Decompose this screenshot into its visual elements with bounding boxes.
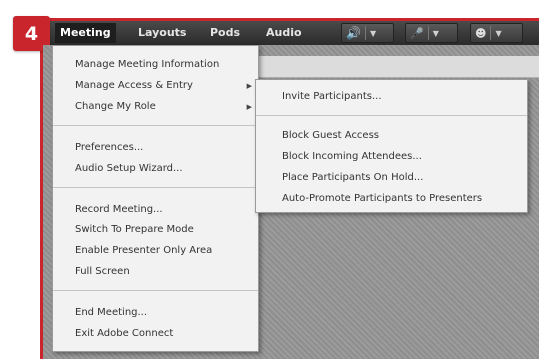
speaker-icon: 🔊: [346, 26, 361, 40]
chevron-down-icon[interactable]: ▼: [495, 29, 501, 38]
menu-item-block-guest-access[interactable]: Block Guest Access: [282, 129, 379, 143]
submenu-arrow-icon: ▶: [246, 82, 252, 90]
separator: [364, 26, 366, 40]
microphone-control[interactable]: 🎤 ▼: [405, 23, 458, 43]
menu-item-enable-presenter-only-area[interactable]: Enable Presenter Only Area: [75, 244, 212, 258]
menu-divider: [53, 125, 258, 126]
menu-layouts[interactable]: Layouts: [133, 23, 191, 43]
menu-item-preferences[interactable]: Preferences...: [75, 141, 143, 155]
menu-divider: [256, 115, 527, 116]
chevron-down-icon[interactable]: ▼: [370, 29, 376, 38]
speaker-control[interactable]: 🔊 ▼: [341, 23, 394, 43]
menu-item-end-meeting[interactable]: End Meeting...: [75, 306, 147, 320]
meeting-menu: Manage Meeting Information Manage Access…: [52, 45, 259, 352]
menu-divider: [53, 187, 258, 188]
menu-item-change-my-role[interactable]: Change My Role: [75, 100, 156, 114]
webcam-control[interactable]: ☻ ▼: [470, 23, 523, 43]
menu-item-record-meeting[interactable]: Record Meeting...: [75, 203, 163, 217]
submenu-arrow-icon: ▶: [246, 103, 252, 111]
menu-item-switch-to-prepare-mode[interactable]: Switch To Prepare Mode: [75, 223, 194, 237]
access-entry-submenu: Invite Participants... Block Guest Acces…: [255, 79, 528, 213]
menu-divider: [53, 290, 258, 291]
menu-item-audio-setup-wizard[interactable]: Audio Setup Wizard...: [75, 162, 183, 176]
menu-item-auto-promote-participants[interactable]: Auto-Promote Participants to Presenters: [282, 192, 482, 206]
pod-title-bar: [255, 56, 539, 78]
menu-item-block-incoming-attendees[interactable]: Block Incoming Attendees...: [282, 150, 422, 164]
chevron-down-icon[interactable]: ▼: [433, 29, 439, 38]
menu-meeting[interactable]: Meeting: [55, 23, 116, 43]
menu-item-manage-meeting-information[interactable]: Manage Meeting Information: [75, 58, 219, 72]
separator: [490, 26, 492, 40]
menu-item-manage-access-entry[interactable]: Manage Access & Entry: [75, 79, 193, 93]
menu-item-invite-participants[interactable]: Invite Participants...: [282, 90, 382, 104]
menu-pods[interactable]: Pods: [205, 23, 245, 43]
menu-item-exit-adobe-connect[interactable]: Exit Adobe Connect: [75, 327, 173, 341]
webcam-icon: ☻: [475, 26, 487, 40]
menu-audio[interactable]: Audio: [261, 23, 307, 43]
menu-item-full-screen[interactable]: Full Screen: [75, 265, 130, 279]
microphone-icon: 🎤: [410, 26, 424, 40]
separator: [427, 26, 429, 40]
menu-item-place-participants-on-hold[interactable]: Place Participants On Hold...: [282, 171, 423, 185]
